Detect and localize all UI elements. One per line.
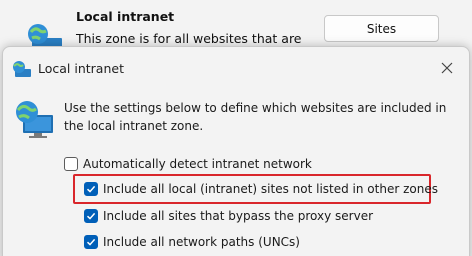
checkmark-icon: [86, 185, 96, 193]
include-local-option[interactable]: Include all local (intranet) sites not l…: [84, 182, 438, 196]
include-proxy-bypass-option[interactable]: Include all sites that bypass the proxy …: [84, 209, 373, 223]
include-unc-checkbox[interactable]: [84, 235, 98, 249]
local-intranet-dialog: Local intranet Use the settings below to…: [2, 46, 470, 256]
instruction-text: Use the settings below to define which w…: [64, 101, 447, 133]
globe-monitor-icon: [13, 61, 31, 77]
include-local-checkbox[interactable]: [84, 182, 98, 196]
dialog-title: Local intranet: [38, 61, 124, 76]
zone-title: Local intranet: [76, 9, 175, 24]
checkmark-icon: [86, 212, 96, 220]
include-local-label: Include all local (intranet) sites not l…: [103, 182, 438, 196]
include-unc-label: Include all network paths (UNCs): [103, 235, 300, 249]
close-button[interactable]: [433, 57, 461, 79]
include-unc-option[interactable]: Include all network paths (UNCs): [84, 235, 300, 249]
auto-detect-checkbox[interactable]: [64, 157, 78, 171]
globe-monitor-icon: [16, 101, 53, 138]
sites-button[interactable]: Sites: [324, 15, 439, 42]
close-icon: [441, 62, 453, 74]
zone-description: This zone is for all websites that are: [76, 31, 302, 46]
include-proxy-bypass-checkbox[interactable]: [84, 209, 98, 223]
auto-detect-label: Automatically detect intranet network: [83, 157, 312, 171]
dialog-titlebar[interactable]: Local intranet: [3, 47, 469, 87]
checkmark-icon: [86, 238, 96, 246]
auto-detect-option[interactable]: Automatically detect intranet network: [64, 157, 312, 171]
include-proxy-bypass-label: Include all sites that bypass the proxy …: [103, 209, 374, 223]
